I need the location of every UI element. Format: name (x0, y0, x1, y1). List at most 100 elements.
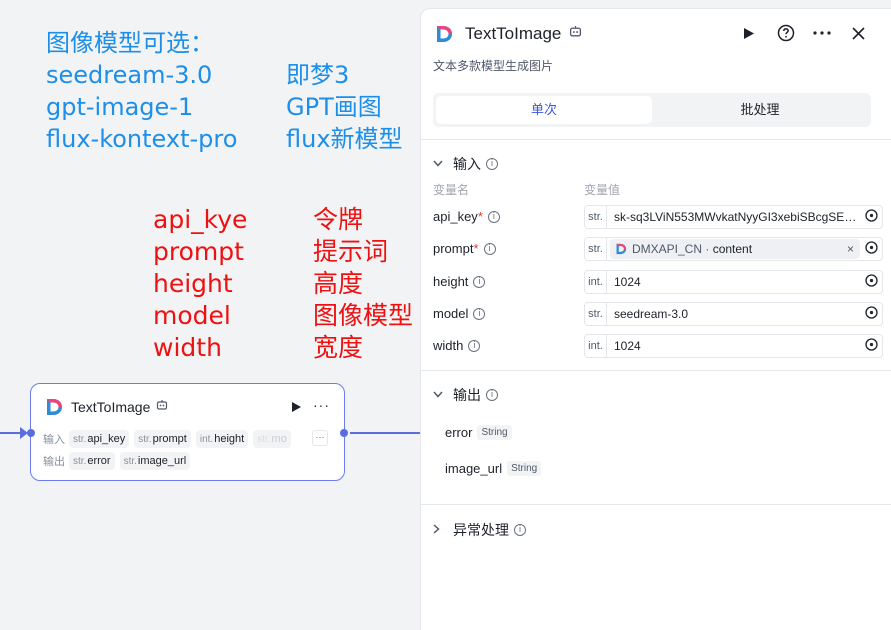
reference-text: DMXAPI_CN · content (632, 242, 752, 256)
plugin-logo-icon (433, 23, 455, 45)
output-section-header[interactable]: 输出 i (433, 385, 498, 405)
output-name: error (445, 425, 473, 440)
dmxapi-logo-icon (614, 242, 628, 256)
note-param: prompt (153, 237, 244, 266)
node-more-icon[interactable]: ··· (313, 397, 330, 413)
prompt-field[interactable]: str. DMXAPI_CN · content × (584, 237, 883, 261)
note-model-meaning: GPT画图 (286, 93, 382, 121)
exception-section-header[interactable]: 异常处理 i (433, 520, 526, 540)
width-field[interactable]: int. 1024 (584, 334, 883, 358)
param-label: prompt (433, 241, 474, 256)
tab-batch[interactable]: 批处理 (652, 96, 868, 124)
note-model-meanings: 即梦3 GPT画图 flux新模型 (286, 59, 403, 155)
height-field[interactable]: int. 1024 (584, 270, 883, 294)
output-type-badge: String (477, 425, 512, 440)
note-param-meaning: 宽度 (313, 333, 364, 362)
node-inputs-more-button[interactable]: ··· (312, 430, 328, 446)
outgoing-edge[interactable] (350, 432, 420, 434)
column-header-name: 变量名 (433, 183, 470, 197)
note-param: api_kye (153, 205, 248, 234)
variable-select-icon[interactable] (860, 274, 882, 290)
chevron-down-icon (433, 389, 447, 401)
chip-type: str. (73, 455, 87, 467)
node-output-label: 输出 (43, 456, 65, 468)
model-field[interactable]: str. seedream-3.0 (584, 302, 883, 326)
note-param-meaning: 提示词 (313, 237, 389, 266)
panel-title: TextToImage (465, 24, 562, 43)
node-output-port[interactable] (340, 429, 348, 437)
type-tag: str. (585, 206, 607, 228)
api-key-field[interactable]: str. sk-sq3LViN553MWvkatNyyGI3xebiSBcgSE… (584, 205, 883, 229)
param-name: width i (433, 338, 481, 353)
param-row-prompt: prompt * i str. DMXAPI_CN · content × (433, 237, 883, 261)
reference-source: DMXAPI_CN (632, 242, 703, 256)
type-tag: int. (585, 271, 607, 293)
chip-name: image_url (137, 455, 187, 467)
run-icon[interactable] (739, 23, 759, 43)
divider (421, 139, 891, 140)
column-header-value: 变量值 (584, 183, 621, 197)
tab-single[interactable]: 单次 (436, 96, 652, 124)
output-type-badge: String (507, 461, 542, 476)
note-models-heading: 图像模型可选： (46, 29, 214, 57)
param-label: model (433, 306, 469, 321)
note-param-meanings: 令牌 提示词 高度 图像模型 宽度 (313, 204, 413, 364)
divider (421, 370, 891, 371)
chip-name: error (87, 455, 111, 467)
more-icon[interactable] (812, 23, 832, 43)
model-value[interactable]: seedream-3.0 (607, 307, 860, 321)
chip-type: str. (73, 433, 87, 445)
workflow-canvas[interactable]: 图像模型可选： seedream-3.0 gpt-image-1 flux-ko… (0, 0, 420, 630)
node-input-chip: str. api_key (69, 430, 130, 448)
variable-select-icon[interactable] (860, 338, 882, 354)
param-name: height i (433, 274, 486, 289)
param-label: height (433, 274, 469, 289)
info-icon: i (486, 158, 498, 170)
node-outputs-row: 输出 str. error str. image_url (43, 452, 195, 470)
note-model-meaning: flux新模型 (286, 125, 403, 153)
param-row-api-key: api_key * i str. sk-sq3LViN553MWvkatNyyGI3… (433, 205, 883, 229)
note-model-option: flux-kontext-pro (46, 125, 238, 153)
type-tag: str. (585, 238, 607, 260)
panel-subtitle: 文本多款模型生成图片 (433, 59, 554, 73)
variable-select-icon[interactable] (860, 241, 882, 257)
chevron-down-icon (433, 158, 447, 170)
output-name: image_url (445, 461, 503, 476)
param-row-model: model i str. seedream-3.0 (433, 302, 883, 326)
width-value[interactable]: 1024 (607, 339, 860, 353)
robot-icon (156, 398, 168, 416)
info-icon: i (473, 307, 486, 320)
variable-select-icon[interactable] (860, 209, 882, 225)
chevron-right-icon (433, 523, 447, 537)
note-param: model (153, 301, 231, 330)
input-section-title: 输入 (453, 156, 481, 172)
type-tag: int. (585, 335, 607, 357)
input-section-header[interactable]: 输入 i (433, 154, 498, 174)
variable-select-icon[interactable] (860, 306, 882, 322)
node-title: TextToImage (71, 399, 151, 415)
output-section-title: 输出 (453, 387, 481, 403)
param-row-width: width i int. 1024 (433, 334, 883, 358)
note-param-meaning: 图像模型 (313, 301, 414, 330)
param-row-height: height i int. 1024 (433, 270, 883, 294)
note-param: height (153, 269, 233, 298)
divider (421, 504, 891, 505)
close-icon[interactable] (848, 23, 868, 43)
texttoimage-node[interactable]: TextToImage ··· 输入 str. api_key str. promp… (27, 383, 348, 481)
node-input-chip: str. mo (253, 430, 291, 448)
output-row-image-url: image_url String (445, 461, 542, 476)
height-value[interactable]: 1024 (607, 275, 860, 289)
param-name: model i (433, 306, 486, 321)
api-key-value[interactable]: sk-sq3LViN553MWvkatNyyGI3xebiSBcgSEDZqJr… (607, 210, 860, 224)
remove-reference-button[interactable]: × (847, 242, 854, 256)
help-icon[interactable] (776, 23, 796, 43)
node-input-port[interactable] (27, 429, 35, 437)
plugin-logo-icon (43, 396, 65, 418)
note-models: 图像模型可选： seedream-3.0 gpt-image-1 flux-ko… (46, 27, 237, 155)
note-param-meaning: 高度 (313, 269, 364, 298)
variable-reference-chip[interactable]: DMXAPI_CN · content × (610, 239, 860, 259)
node-run-icon[interactable] (291, 400, 302, 418)
chip-type: str. (123, 455, 137, 467)
note-param-meaning: 令牌 (313, 205, 364, 234)
node-input-label: 输入 (43, 434, 65, 446)
